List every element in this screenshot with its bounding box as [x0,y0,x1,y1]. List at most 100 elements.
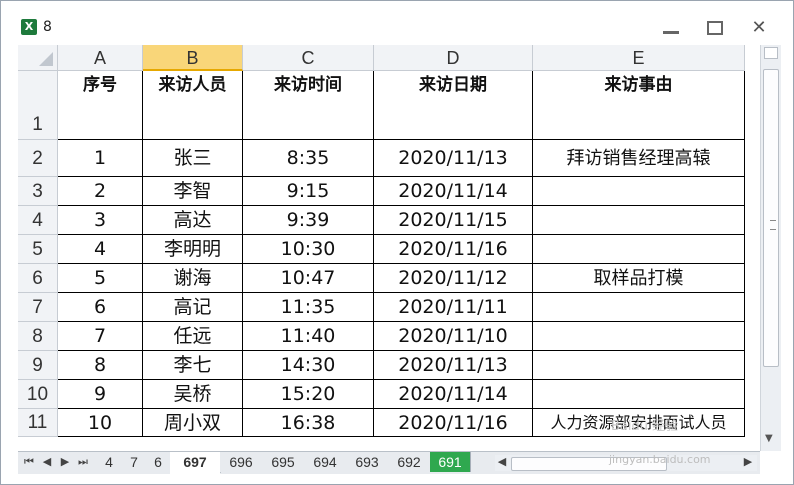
scroll-left-icon[interactable]: ◀ [495,455,509,468]
header-cell[interactable]: 来访人员 [143,71,243,140]
table-cell[interactable]: 11:35 [243,293,374,322]
table-cell[interactable]: 9:39 [243,206,374,235]
sheet-tab-691[interactable]: 691 [430,452,471,472]
excel-icon: X [21,19,37,35]
table-cell[interactable] [533,293,745,322]
watermark-text: Baidu 经验 [611,419,679,434]
table-cell[interactable] [533,322,745,351]
table-cell[interactable] [533,380,745,409]
table-cell[interactable]: 2020/11/13 [374,351,533,380]
row-header-1[interactable]: 1 [18,71,58,140]
table-cell[interactable]: 取样品打模 [533,264,745,293]
header-cell[interactable]: 序号 [58,71,143,140]
table-cell[interactable]: 15:20 [243,380,374,409]
table-cell[interactable]: 6 [58,293,143,322]
table-cell[interactable]: 2020/11/14 [374,177,533,206]
scroll-right-icon[interactable]: ▶ [741,455,755,468]
table-cell[interactable]: 7 [58,322,143,351]
table-cell[interactable]: 2020/11/12 [374,264,533,293]
table-cell[interactable]: 14:30 [243,351,374,380]
sheet-tab-693[interactable]: 693 [346,452,389,472]
close-button[interactable]: ✕ [745,17,773,39]
table-cell[interactable]: 10:30 [243,235,374,264]
table-cell[interactable]: 9:15 [243,177,374,206]
column-header-d[interactable]: D [374,45,533,71]
row-header-2[interactable]: 2 [18,140,58,177]
first-sheet-icon[interactable]: ⏮ [22,455,36,469]
table-cell[interactable]: 3 [58,206,143,235]
table-cell[interactable]: 高记 [143,293,243,322]
minimize-icon [663,31,679,34]
table-cell[interactable]: 谢海 [143,264,243,293]
table-cell[interactable]: 2020/11/10 [374,322,533,351]
sheet-tab-696[interactable]: 696 [220,452,263,472]
table-cell[interactable]: 2 [58,177,143,206]
table-cell[interactable]: 9 [58,380,143,409]
table-cell[interactable]: 李明明 [143,235,243,264]
header-cell[interactable]: 来访事由 [533,71,745,140]
table-cell[interactable]: 周小双 [143,409,243,437]
sheet-tab-6[interactable]: 6 [146,452,171,472]
last-sheet-icon[interactable]: ⏭ [76,455,90,469]
row-header-8[interactable]: 8 [18,322,58,351]
scroll-down-icon[interactable]: ▼ [765,433,773,444]
title-bar: X 8 ✕ [1,1,793,41]
table-cell[interactable]: 李智 [143,177,243,206]
select-all-corner[interactable] [18,45,58,71]
next-sheet-icon[interactable]: ▶ [58,455,72,468]
sheet-tab-7[interactable]: 7 [122,452,147,472]
sheet-tab-697[interactable]: 697 [170,452,221,474]
table-cell[interactable]: 11:40 [243,322,374,351]
vertical-scrollbar[interactable]: ▼ [760,45,781,451]
column-header-e[interactable]: E [533,45,745,71]
prev-sheet-icon[interactable]: ◀ [40,455,54,468]
table-cell[interactable]: 2020/11/16 [374,235,533,264]
row-header-6[interactable]: 6 [18,264,58,293]
table-cell[interactable]: 2020/11/16 [374,409,533,437]
maximize-button[interactable] [701,17,729,39]
row-header-9[interactable]: 9 [18,351,58,380]
table-cell[interactable]: 2020/11/15 [374,206,533,235]
table-cell[interactable]: 张三 [143,140,243,177]
table-cell[interactable]: 拜访销售经理高辕 [533,140,745,177]
table-cell[interactable]: 10 [58,409,143,437]
column-header-c[interactable]: C [243,45,374,71]
table-cell[interactable] [533,235,745,264]
row-header-3[interactable]: 3 [18,177,58,206]
table-cell[interactable]: 1 [58,140,143,177]
header-cell[interactable]: 来访日期 [374,71,533,140]
table-cell[interactable]: 5 [58,264,143,293]
sheet-tab-692[interactable]: 692 [388,452,431,472]
table-cell[interactable] [533,351,745,380]
table-cell[interactable]: 8 [58,351,143,380]
table-cell[interactable]: 2020/11/14 [374,380,533,409]
row-header-5[interactable]: 5 [18,235,58,264]
table-cell[interactable]: 李七 [143,351,243,380]
table-cell[interactable]: 10:47 [243,264,374,293]
split-handle[interactable] [764,47,778,59]
sheet-tab-694[interactable]: 694 [304,452,347,472]
table-cell[interactable]: 4 [58,235,143,264]
table-cell[interactable]: 任远 [143,322,243,351]
table-cell[interactable]: 高达 [143,206,243,235]
table-cell[interactable]: 16:38 [243,409,374,437]
table-cell[interactable]: 2020/11/13 [374,140,533,177]
sheet-tab-695[interactable]: 695 [262,452,305,472]
header-cell[interactable]: 来访时间 [243,71,374,140]
row-header-7[interactable]: 7 [18,293,58,322]
maximize-icon [707,21,723,35]
column-header-a[interactable]: A [58,45,143,71]
sheet-tab-4[interactable]: 4 [96,452,123,472]
table-cell[interactable]: 8:35 [243,140,374,177]
row-header-4[interactable]: 4 [18,206,58,235]
table-cell[interactable] [533,206,745,235]
table-cell[interactable]: 吴桥 [143,380,243,409]
table-cell[interactable]: 2020/11/11 [374,293,533,322]
vertical-scroll-thumb[interactable] [763,69,779,367]
row-header-10[interactable]: 10 [18,380,58,409]
spreadsheet-grid[interactable]: ABCDE123456789101112序号来访人员来访时间来访日期来访事由1张… [18,45,760,437]
minimize-button[interactable] [657,17,685,39]
table-cell[interactable] [533,177,745,206]
column-header-b[interactable]: B [143,45,243,71]
row-header-11[interactable]: 11 [18,409,58,437]
